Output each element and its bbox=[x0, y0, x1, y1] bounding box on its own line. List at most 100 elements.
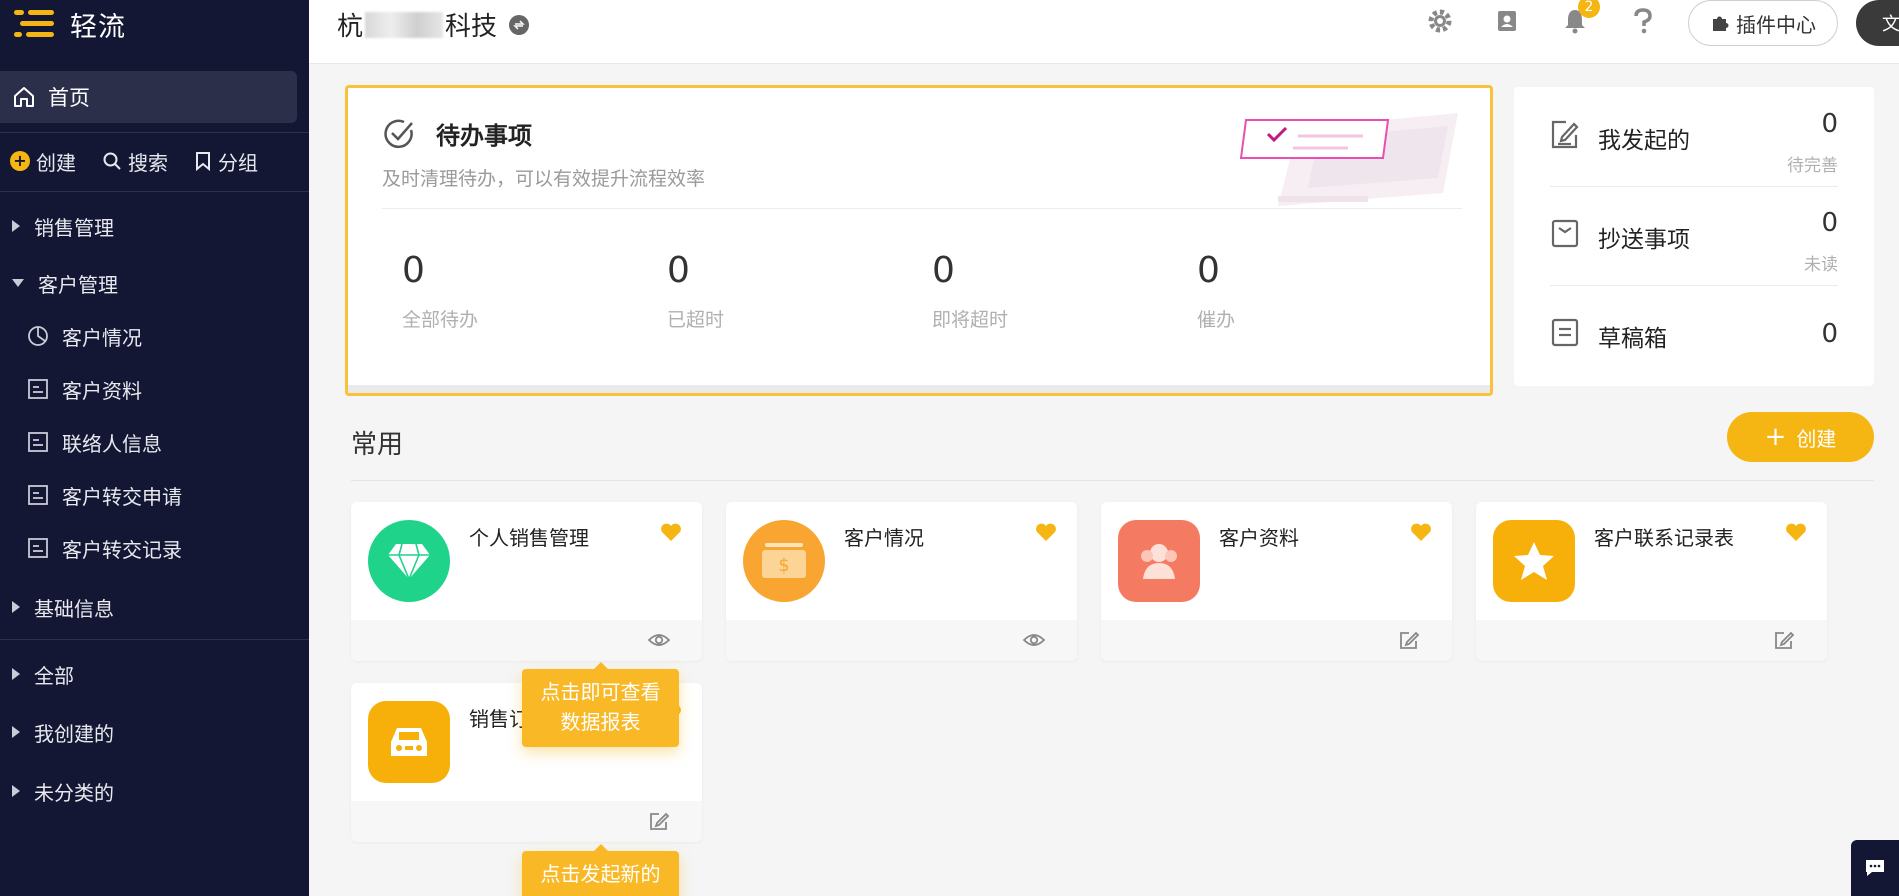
summary-row-drafts[interactable]: 草稿箱 0 bbox=[1550, 285, 1838, 383]
sidebar-group-basic-info[interactable]: 基础信息 bbox=[0, 587, 309, 627]
edit-icon[interactable] bbox=[648, 811, 670, 831]
home-icon bbox=[14, 87, 34, 107]
sidebar-item-transfer-record[interactable]: 客户转交记录 bbox=[0, 528, 309, 568]
caret-right-icon bbox=[12, 726, 20, 738]
edit-icon[interactable] bbox=[1398, 630, 1420, 650]
switch-icon[interactable] bbox=[509, 14, 530, 35]
sidebar-group-sales[interactable]: 销售管理 bbox=[0, 206, 309, 246]
sidebar-group-all[interactable]: 全部 bbox=[0, 654, 309, 694]
app-name: 个人销售管理 bbox=[469, 526, 589, 550]
sidebar-item-contact-info[interactable]: 联络人信息 bbox=[0, 422, 309, 462]
avatar[interactable]: 文 bbox=[1856, 0, 1899, 46]
redacted-text bbox=[365, 11, 444, 38]
form-icon bbox=[26, 430, 50, 454]
divider bbox=[351, 480, 1874, 481]
section-title-common: 常用 bbox=[351, 430, 404, 460]
divider bbox=[382, 208, 1462, 209]
sidebar-item-transfer-request[interactable]: 客户转交申请 bbox=[0, 475, 309, 515]
search-icon bbox=[103, 152, 121, 170]
edit-doc-icon bbox=[1551, 120, 1579, 149]
summary-row-cc[interactable]: 抄送事项 0 未读 bbox=[1550, 186, 1838, 284]
app-name: 客户情况 bbox=[844, 526, 924, 550]
summary-row-initiated[interactable]: 我发起的 0 待完善 bbox=[1550, 87, 1838, 185]
app-card-personal-sales[interactable]: 个人销售管理 bbox=[351, 502, 702, 661]
summary-card: 我发起的 0 待完善 抄送事项 0 未读 草稿箱 0 bbox=[1514, 87, 1874, 386]
star-icon bbox=[1493, 520, 1575, 602]
stat-overdue[interactable]: 0 已超时 bbox=[667, 250, 724, 332]
diamond-icon bbox=[368, 520, 450, 602]
check-circle-icon bbox=[384, 119, 413, 148]
sidebar-item-customer-status[interactable]: 客户情况 bbox=[0, 316, 309, 356]
app-card-footer bbox=[726, 620, 1077, 661]
notifications-button[interactable]: 2 bbox=[1558, 0, 1600, 38]
caret-right-icon bbox=[12, 668, 20, 680]
tooltip-start-new: 点击发起新的 bbox=[522, 844, 679, 896]
divider bbox=[0, 639, 309, 640]
tooltip-view-report: 点击即可查看 数据报表 bbox=[522, 662, 679, 747]
sidebar-item-home[interactable]: 首页 bbox=[0, 71, 297, 123]
plus-icon: + bbox=[1764, 422, 1787, 452]
stat-due-soon[interactable]: 0 即将超时 bbox=[932, 250, 1008, 332]
heart-icon[interactable] bbox=[1410, 522, 1432, 542]
heart-icon[interactable] bbox=[1035, 522, 1057, 542]
eye-icon[interactable] bbox=[1023, 630, 1045, 650]
sidebar-group-created-by-me[interactable]: 我创建的 bbox=[0, 712, 309, 752]
create-button[interactable]: + 创建 bbox=[1727, 412, 1874, 462]
draft-icon bbox=[1551, 318, 1579, 347]
quick-search-button[interactable]: 搜索 bbox=[102, 147, 168, 176]
app-name: 客户联系记录表 bbox=[1594, 526, 1734, 550]
caret-right-icon bbox=[12, 220, 20, 232]
caret-down-icon bbox=[12, 279, 24, 287]
pie-chart-icon bbox=[26, 324, 50, 348]
quick-create-button[interactable]: + 创建 bbox=[10, 147, 76, 176]
question-icon bbox=[1634, 8, 1652, 34]
app-card-footer bbox=[1476, 620, 1827, 661]
settings-button[interactable] bbox=[1423, 4, 1457, 38]
todo-subtitle: 及时清理待办，可以有效提升流程效率 bbox=[382, 168, 706, 190]
plugin-center-button[interactable]: 插件中心 bbox=[1688, 0, 1838, 46]
todo-illustration bbox=[1239, 113, 1458, 206]
form-icon bbox=[26, 377, 50, 401]
app-card-footer bbox=[351, 620, 702, 661]
caret-right-icon bbox=[12, 785, 20, 797]
edit-icon[interactable] bbox=[1773, 630, 1795, 650]
contacts-button[interactable] bbox=[1490, 4, 1524, 38]
app-card-customer-profile[interactable]: 客户资料 bbox=[1101, 502, 1452, 661]
todo-header: 待办事项 bbox=[382, 116, 532, 151]
stat-all-todo[interactable]: 0 全部待办 bbox=[402, 250, 478, 332]
company-name[interactable]: 杭 科技 bbox=[337, 6, 530, 43]
logo-icon bbox=[14, 8, 58, 40]
topbar: 杭 科技 2 插件中心 文 bbox=[309, 0, 1899, 64]
app-name: 客户资料 bbox=[1219, 526, 1299, 550]
heart-icon[interactable] bbox=[1785, 522, 1807, 542]
sidebar-item-customer-profile[interactable]: 客户资料 bbox=[0, 369, 309, 409]
app-name: 销售订 bbox=[469, 707, 529, 731]
gear-icon bbox=[1428, 9, 1452, 33]
stat-urged[interactable]: 0 催办 bbox=[1197, 250, 1235, 332]
sidebar-group-uncategorized[interactable]: 未分类的 bbox=[0, 771, 309, 811]
bookmark-icon bbox=[196, 152, 210, 171]
chat-button[interactable] bbox=[1851, 840, 1899, 896]
app-card-footer bbox=[351, 801, 702, 842]
form-icon bbox=[26, 536, 50, 560]
quick-group-button[interactable]: 分组 bbox=[194, 147, 258, 176]
app-card-footer bbox=[1101, 620, 1452, 661]
chat-icon bbox=[1866, 860, 1884, 876]
app-card-contact-records[interactable]: 客户联系记录表 bbox=[1476, 502, 1827, 661]
heart-icon[interactable] bbox=[660, 522, 682, 542]
todo-card[interactable]: 待办事项 及时清理待办，可以有效提升流程效率 0 全部待办 0 已超时 0 即将… bbox=[345, 85, 1493, 396]
form-icon bbox=[26, 483, 50, 507]
todo-card-footer bbox=[348, 385, 1490, 393]
caret-right-icon bbox=[12, 601, 20, 613]
eye-icon[interactable] bbox=[648, 630, 670, 650]
puzzle-icon bbox=[1713, 16, 1729, 31]
divider bbox=[0, 191, 309, 192]
app-card-customer-status[interactable]: $ 客户情况 bbox=[726, 502, 1077, 661]
logo[interactable]: 轻流 bbox=[14, 6, 126, 43]
sidebar-group-customer[interactable]: 客户管理 bbox=[0, 263, 309, 303]
divider bbox=[0, 132, 309, 133]
todo-title: 待办事项 bbox=[436, 122, 532, 150]
inbox-icon bbox=[1551, 219, 1579, 248]
contacts-icon bbox=[1498, 11, 1516, 31]
help-button[interactable] bbox=[1626, 4, 1660, 38]
